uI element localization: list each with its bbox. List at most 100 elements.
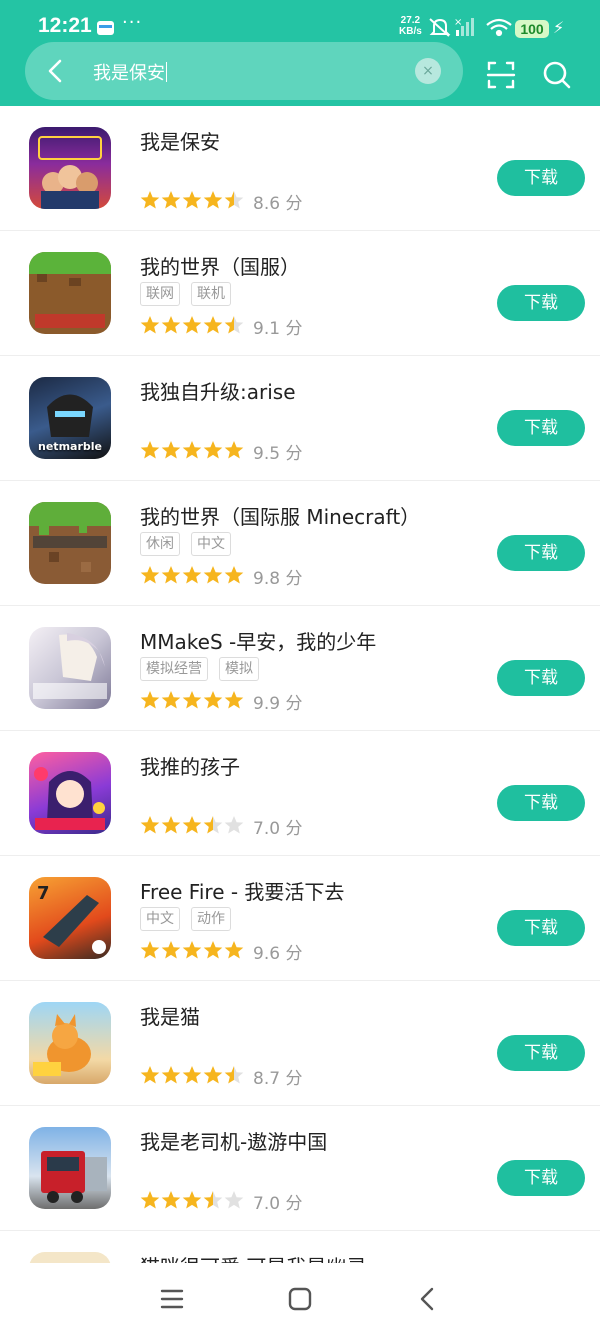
star-icon (161, 816, 181, 834)
star-icon (140, 1066, 160, 1084)
app-icon-truck-driver[interactable] (29, 1127, 111, 1209)
app-icon-ghost-cat[interactable] (29, 1252, 111, 1263)
star-icon (224, 441, 244, 459)
star-icon (203, 1066, 223, 1084)
app-title[interactable]: 我的世界（国际服 Minecraft） (140, 501, 420, 530)
list-item[interactable]: 我是猫 8.7 分 下载 (0, 981, 600, 1106)
download-button[interactable]: 下载 (497, 410, 585, 446)
star-icon (224, 1191, 244, 1209)
back-arrow-icon[interactable] (41, 56, 71, 86)
card-icon (97, 21, 114, 35)
svg-text:×: × (454, 17, 462, 28)
star-icon (224, 691, 244, 709)
star-icon (182, 816, 202, 834)
search-input[interactable]: 我是保安 (93, 59, 167, 85)
app-tags: 联网 联机 (140, 282, 242, 306)
tag: 模拟经营 (140, 657, 208, 681)
list-item[interactable]: 我是保安 8.6 分 下载 (0, 106, 600, 231)
app-title[interactable]: MMakeS -早安，我的少年 (140, 626, 376, 655)
star-icon (140, 441, 160, 459)
signal-icon: × (454, 17, 474, 36)
star-icon (224, 316, 244, 334)
star-icon (224, 816, 244, 834)
search-icon[interactable] (541, 59, 573, 91)
star-rating (140, 1066, 244, 1084)
app-title[interactable]: 我的世界（国服） (140, 251, 300, 280)
app-icon-free-fire[interactable]: 7 (29, 877, 111, 959)
star-icon (182, 566, 202, 584)
star-icon (203, 816, 223, 834)
star-icon (140, 566, 160, 584)
app-icon-solo-leveling[interactable]: netmarble (29, 377, 111, 459)
app-icon-minecraft[interactable] (29, 502, 111, 584)
list-item[interactable]: netmarble 我独自升级:arise 9.5 分 下载 (0, 356, 600, 481)
app-title[interactable]: 我推的孩子 (140, 751, 240, 780)
star-rating (140, 1191, 244, 1209)
svg-text:7: 7 (37, 883, 50, 904)
app-title[interactable]: 猫咪很可爱 可是我是幽灵 (140, 1251, 366, 1263)
clear-icon[interactable]: × (415, 58, 441, 84)
menu-icon[interactable] (158, 1285, 186, 1313)
star-icon (182, 941, 202, 959)
star-rating (140, 441, 244, 459)
app-title[interactable]: 我是老司机-遨游中国 (140, 1126, 327, 1155)
app-icon-i-am-security[interactable] (29, 127, 111, 209)
status-icons: × (429, 17, 512, 37)
star-icon (224, 941, 244, 959)
star-icon (140, 1191, 160, 1209)
network-speed: 27.2 KB/s (399, 15, 422, 37)
scan-icon[interactable] (485, 59, 517, 91)
download-button[interactable]: 下载 (497, 1035, 585, 1071)
star-icon (161, 441, 181, 459)
list-item[interactable]: 7 Free Fire - 我要活下去 中文 动作 9.6 分 下载 (0, 856, 600, 981)
charging-icon: ⚡ (553, 18, 565, 37)
app-title[interactable]: 我是保安 (140, 126, 220, 155)
tag: 联机 (191, 282, 231, 306)
tag: 联网 (140, 282, 180, 306)
app-icon-i-am-cat[interactable] (29, 1002, 111, 1084)
download-button[interactable]: 下载 (497, 660, 585, 696)
download-button[interactable]: 下载 (497, 785, 585, 821)
app-tags: 模拟经营 模拟 (140, 657, 270, 681)
search-results-list[interactable]: 我是保安 8.6 分 下载 我的世界（国服） 联网 联机 9.1 分 下载 ne… (0, 106, 600, 1263)
star-icon (203, 441, 223, 459)
list-item[interactable]: MMakeS -早安，我的少年 模拟经营 模拟 9.9 分 下载 (0, 606, 600, 731)
star-icon (203, 1191, 223, 1209)
star-rating (140, 816, 244, 834)
list-item[interactable]: 猫咪很可爱 可是我是幽灵 (0, 1231, 600, 1263)
download-button[interactable]: 下载 (497, 285, 585, 321)
app-title[interactable]: Free Fire - 我要活下去 (140, 876, 344, 905)
back-icon[interactable] (414, 1285, 442, 1313)
download-button[interactable]: 下载 (497, 910, 585, 946)
download-button[interactable]: 下载 (497, 535, 585, 571)
mute-icon (429, 18, 451, 37)
download-button[interactable]: 下载 (497, 1160, 585, 1196)
star-icon (203, 191, 223, 209)
star-icon (203, 316, 223, 334)
star-icon (161, 191, 181, 209)
star-icon (161, 691, 181, 709)
app-icon-oshi-no-ko[interactable] (29, 752, 111, 834)
app-icon-minecraft-cn[interactable] (29, 252, 111, 334)
star-icon (182, 316, 202, 334)
list-item[interactable]: 我的世界（国服） 联网 联机 9.1 分 下载 (0, 231, 600, 356)
list-item[interactable]: 我推的孩子 7.0 分 下载 (0, 731, 600, 856)
list-item[interactable]: 我是老司机-遨游中国 7.0 分 下载 (0, 1106, 600, 1231)
header: 12:21 ··· 27.2 KB/s × 100 ⚡ 我是保安 × (0, 0, 600, 106)
list-item[interactable]: 我的世界（国际服 Minecraft） 休闲 中文 9.8 分 下载 (0, 481, 600, 606)
star-icon (203, 941, 223, 959)
home-icon[interactable] (286, 1285, 314, 1313)
star-icon (224, 191, 244, 209)
download-button[interactable]: 下载 (497, 160, 585, 196)
score: 9.1 分 (253, 319, 303, 339)
network-speed-unit: KB/s (399, 26, 422, 37)
wifi-icon (486, 18, 512, 37)
system-nav-bar (0, 1263, 600, 1333)
star-rating (140, 566, 244, 584)
app-title[interactable]: 我是猫 (140, 1001, 200, 1030)
score: 9.5 分 (253, 444, 303, 464)
star-icon (140, 191, 160, 209)
app-title[interactable]: 我独自升级:arise (140, 376, 296, 405)
search-bar[interactable]: 我是保安 × (25, 42, 463, 100)
app-icon-mmakes[interactable] (29, 627, 111, 709)
